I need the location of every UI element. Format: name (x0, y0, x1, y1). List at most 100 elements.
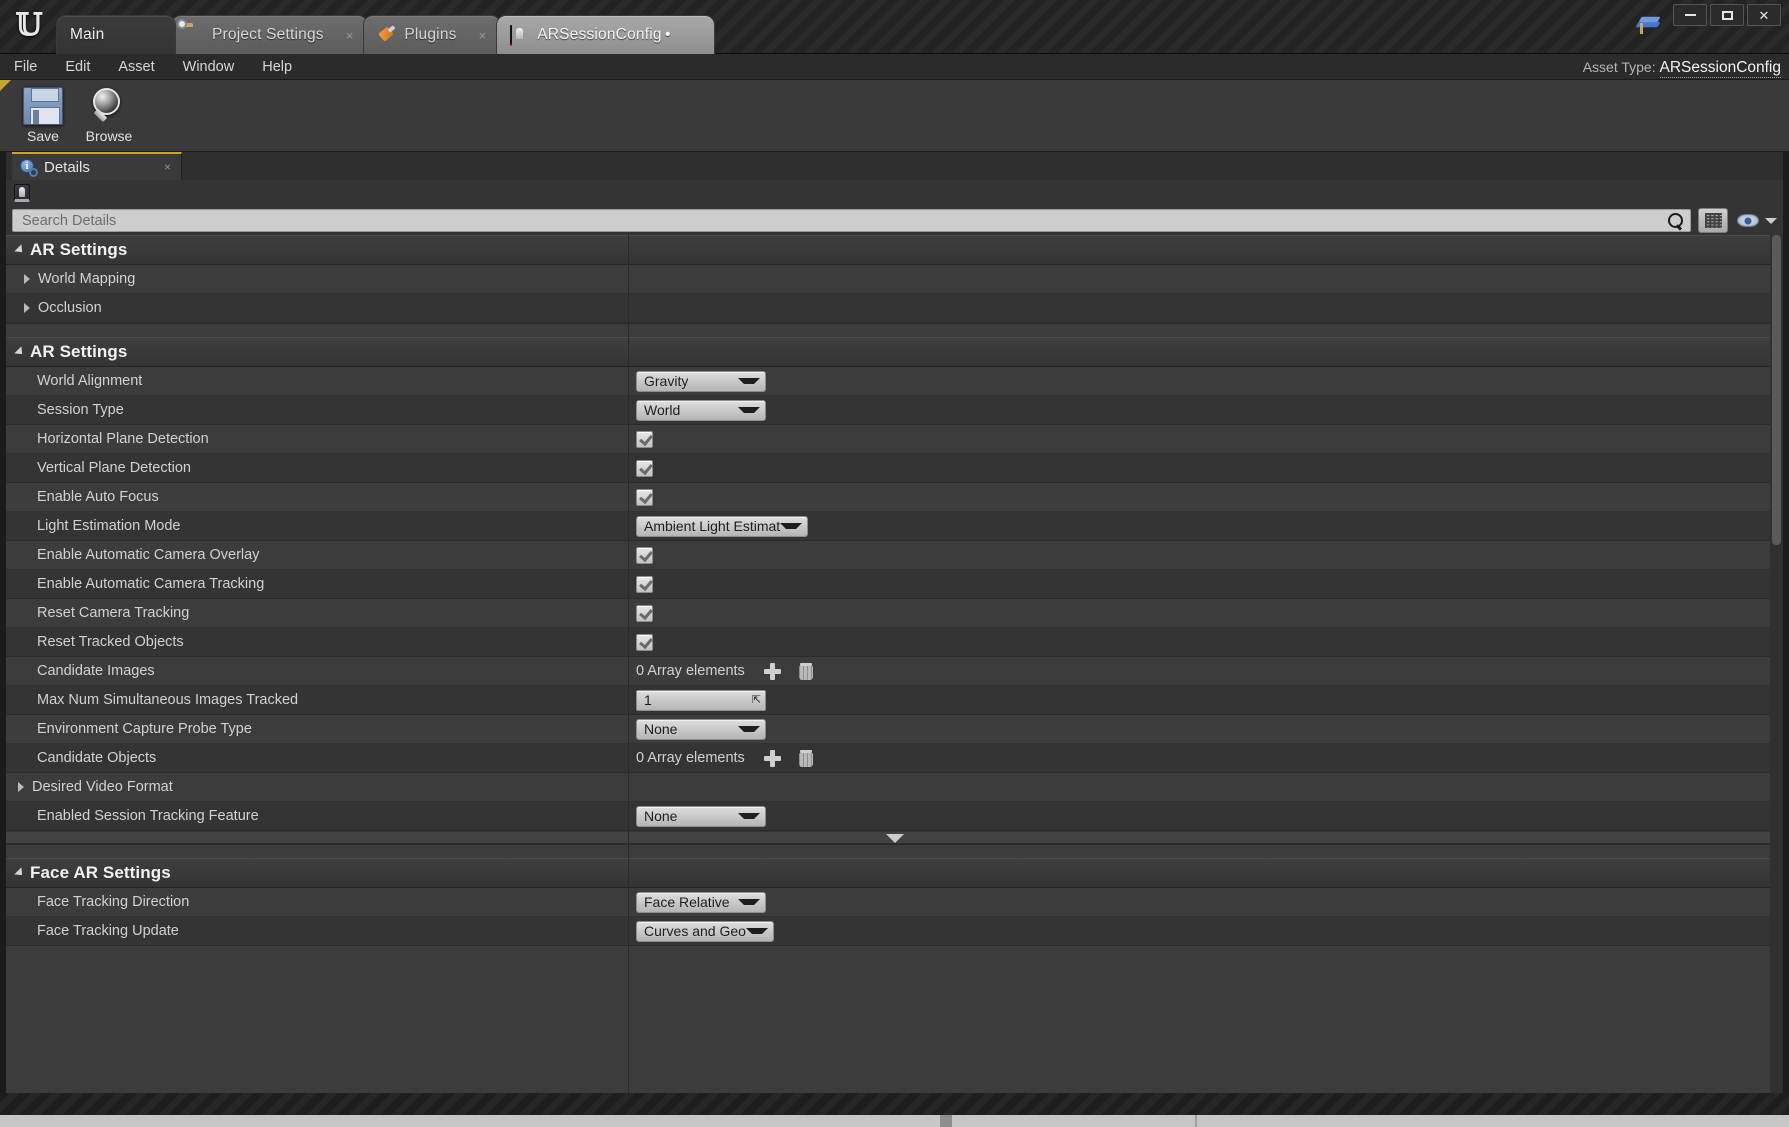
window-tab-main[interactable]: Main (56, 15, 176, 54)
clear-array-icon[interactable] (799, 749, 813, 767)
environment-capture-probe-type-dropdown[interactable]: None (636, 718, 766, 740)
window-tab-project-settings[interactable]: Project Settings × (171, 15, 369, 54)
property-value (628, 488, 1783, 506)
dropdown-value: World (644, 402, 681, 418)
clear-array-icon[interactable] (799, 662, 813, 680)
column-splitter[interactable] (628, 235, 629, 1093)
search-icon (1667, 212, 1683, 229)
property-name-world-mapping[interactable]: World Mapping (6, 271, 628, 287)
table-row[interactable]: Enable Automatic Camera Overlay (6, 541, 1783, 570)
unreal-logo-icon[interactable]: 𝕌 (8, 4, 50, 46)
table-row[interactable]: Reset Camera Tracking (6, 599, 1783, 628)
property-name-candidate-objects: Candidate Objects (37, 750, 157, 766)
property-name-desired-video-format[interactable]: Desired Video Format (6, 779, 628, 795)
tab-details[interactable]: i Details × (12, 152, 182, 180)
enable-automatic-camera-overlay-checkbox[interactable] (636, 546, 653, 564)
asset-type-value[interactable]: ARSessionConfig (1659, 59, 1781, 78)
maximize-button[interactable] (1710, 4, 1744, 26)
search-input[interactable]: Search Details (12, 209, 1691, 232)
category-header-ar-settings-1[interactable]: AR Settings (6, 235, 1783, 265)
table-row[interactable]: Face Tracking Update Curves and Geo (6, 917, 1783, 946)
table-row[interactable]: Candidate Images 0 Array elements (6, 657, 1783, 686)
save-button[interactable]: Save (10, 82, 76, 148)
grid-view-button[interactable] (1698, 208, 1728, 233)
category-header-face-ar-settings[interactable]: Face AR Settings (6, 858, 1783, 888)
close-button[interactable]: ✕ (1747, 4, 1781, 26)
category-header-ar-settings-2[interactable]: AR Settings (6, 337, 1783, 367)
light-estimation-mode-dropdown[interactable]: Ambient Light Estimate (636, 515, 808, 537)
menu-edit[interactable]: Edit (51, 54, 104, 80)
details-vertical-scrollbar[interactable] (1770, 235, 1783, 1093)
menu-help[interactable]: Help (248, 54, 306, 80)
window-tab-plugins[interactable]: Plugins × (363, 15, 502, 54)
view-options-button[interactable] (1737, 214, 1777, 227)
table-row[interactable]: Max Num Simultaneous Images Tracked 1 ⇱ (6, 686, 1783, 715)
table-row[interactable]: Candidate Objects 0 Array elements (6, 744, 1783, 773)
reset-camera-tracking-checkbox[interactable] (636, 604, 653, 622)
table-row[interactable]: Face Tracking Direction Face Relative (6, 888, 1783, 917)
chevron-expanded-icon (14, 346, 26, 358)
session-type-dropdown[interactable]: World (636, 399, 766, 421)
taskbar-item[interactable] (940, 1115, 952, 1127)
browse-icon (89, 87, 129, 125)
world-alignment-dropdown[interactable]: Gravity (636, 370, 766, 392)
chevron-down-icon (1765, 217, 1777, 224)
table-row[interactable]: World Mapping (6, 265, 1783, 294)
minimize-button[interactable] (1673, 4, 1707, 26)
table-row[interactable]: Session Type World (6, 396, 1783, 425)
menu-asset[interactable]: Asset (104, 54, 168, 80)
vertical-plane-detection-checkbox[interactable] (636, 459, 653, 477)
enable-auto-focus-checkbox[interactable] (636, 488, 653, 506)
property-list[interactable]: AR Settings World Mapping Occlusion AR S… (6, 235, 1783, 1093)
table-row[interactable]: Reset Tracked Objects (6, 628, 1783, 657)
arsessionconfig-icon (510, 24, 529, 46)
layers-icon[interactable] (1635, 14, 1661, 34)
property-name-vertical-plane-detection: Vertical Plane Detection (37, 460, 191, 476)
asset-type-indicator: Asset Type: ARSessionConfig (1583, 54, 1781, 81)
table-row[interactable]: Enable Auto Focus (6, 483, 1783, 512)
chevron-down-icon (738, 899, 760, 905)
window-tab-plugins-close-icon[interactable]: × (457, 29, 487, 42)
property-label: Occlusion (38, 300, 102, 316)
window-bottom-strip (0, 1093, 1789, 1127)
table-row[interactable]: Horizontal Plane Detection (6, 425, 1783, 454)
save-icon (23, 87, 63, 125)
table-row[interactable]: Vertical Plane Detection (6, 454, 1783, 483)
reset-tracked-objects-checkbox[interactable] (636, 633, 653, 651)
enable-automatic-camera-tracking-checkbox[interactable] (636, 575, 653, 593)
property-value: None (628, 718, 1783, 740)
browse-button[interactable]: Browse (76, 82, 142, 148)
chevron-down-icon (780, 523, 802, 529)
taskbar-item[interactable] (1195, 1115, 1197, 1127)
chevron-down-icon (745, 928, 768, 934)
table-row[interactable]: Enabled Session Tracking Feature None (6, 802, 1783, 831)
menu-file[interactable]: File (0, 54, 51, 80)
window-tab-arsessionconfig[interactable]: ARSessionConfig • × (496, 15, 716, 54)
table-row[interactable]: Environment Capture Probe Type None (6, 715, 1783, 744)
enabled-session-tracking-feature-dropdown[interactable]: None (636, 805, 766, 827)
table-row[interactable]: World Alignment Gravity (6, 367, 1783, 396)
horizontal-plane-detection-checkbox[interactable] (636, 430, 653, 448)
property-name-occlusion[interactable]: Occlusion (6, 300, 628, 316)
table-row[interactable]: Enable Automatic Camera Tracking (6, 570, 1783, 599)
scrollbar-thumb[interactable] (1772, 235, 1781, 545)
table-row[interactable]: Occlusion (6, 294, 1783, 323)
face-tracking-direction-dropdown[interactable]: Face Relative (636, 891, 766, 913)
property-value: Curves and Geo (628, 920, 1783, 942)
chevron-right-icon (18, 782, 24, 792)
add-element-icon[interactable] (764, 749, 781, 767)
table-row[interactable]: Light Estimation Mode Ambient Light Esti… (6, 512, 1783, 541)
show-more-properties-row[interactable] (6, 831, 1783, 844)
window-tab-project-settings-close-icon[interactable]: × (324, 29, 354, 42)
show-more-arrow-icon[interactable] (886, 834, 904, 843)
property-label: World Mapping (38, 271, 136, 287)
add-element-icon[interactable] (764, 662, 781, 680)
tab-details-close-icon[interactable]: × (130, 160, 171, 174)
window-tab-arsessionconfig-close-icon[interactable]: × (671, 29, 701, 42)
spinner-icon[interactable]: ⇱ (748, 694, 761, 707)
property-name-light-estimation-mode: Light Estimation Mode (37, 518, 181, 534)
face-tracking-update-dropdown[interactable]: Curves and Geo (636, 920, 774, 942)
menu-window[interactable]: Window (169, 54, 249, 80)
max-num-simultaneous-images-tracked-input[interactable]: 1 ⇱ (636, 689, 766, 711)
table-row[interactable]: Desired Video Format (6, 773, 1783, 802)
